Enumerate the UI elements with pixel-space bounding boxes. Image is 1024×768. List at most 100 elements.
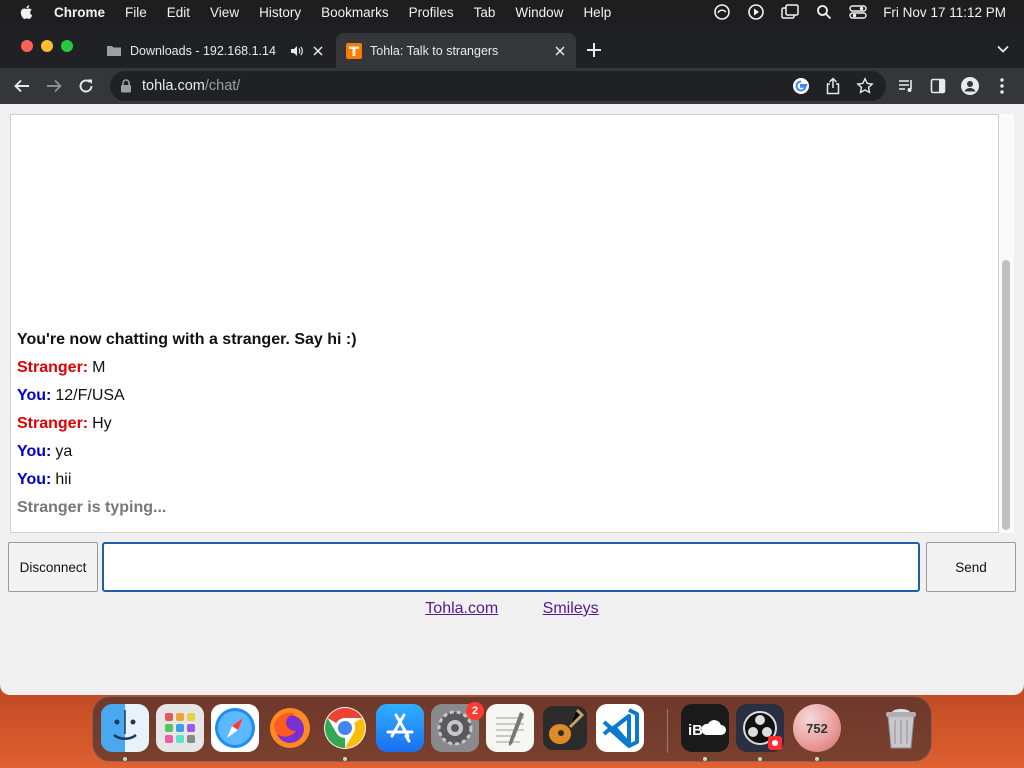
- menu-history[interactable]: History: [259, 5, 301, 20]
- url-path: /chat/: [204, 78, 241, 94]
- typing-indicator: Stranger is typing...: [17, 499, 167, 516]
- chat-message: You: ya: [17, 443, 72, 461]
- profile-avatar-icon[interactable]: [960, 76, 980, 96]
- menu-bar: Chrome File Edit View History Bookmarks …: [0, 0, 1024, 24]
- message-text: 12/F/USA: [55, 387, 125, 404]
- running-indicator: [703, 757, 707, 761]
- footer-links: Tohla.com Smileys: [0, 600, 1024, 618]
- launchpad-icon[interactable]: [156, 704, 204, 752]
- chat-message: Stranger: M: [17, 359, 105, 377]
- counter-app-icon[interactable]: 752: [793, 704, 841, 752]
- media-controls-icon[interactable]: [896, 76, 916, 96]
- firefox-icon[interactable]: [266, 704, 314, 752]
- running-indicator: [758, 757, 762, 761]
- app-store-icon[interactable]: [376, 704, 424, 752]
- chat-message: You: hii: [17, 471, 71, 489]
- browser-toolbar: tohla.com/chat/: [0, 68, 1024, 104]
- message-text: ya: [55, 443, 73, 460]
- disconnect-button[interactable]: Disconnect: [8, 542, 98, 592]
- lock-icon[interactable]: [120, 79, 132, 93]
- browser-window: Downloads - 192.168.1.14 Tohla: Talk to …: [0, 24, 1024, 695]
- counter-app-label: 752: [806, 720, 828, 736]
- iboostup-cloud-icon[interactable]: iB: [681, 704, 729, 752]
- scrollbar-thumb[interactable]: [1002, 260, 1010, 530]
- window-zoom-button[interactable]: [61, 40, 73, 52]
- message-text: Hy: [92, 415, 112, 432]
- menu-view[interactable]: View: [210, 5, 239, 20]
- you-label: You:: [17, 443, 52, 460]
- stranger-label: Stranger:: [17, 415, 89, 432]
- window-close-button[interactable]: [21, 40, 33, 52]
- control-center-icon[interactable]: [847, 3, 869, 21]
- url-host: tohla.com: [142, 78, 205, 94]
- reload-icon[interactable]: [76, 76, 96, 96]
- back-arrow-icon[interactable]: [12, 76, 32, 96]
- forward-arrow-icon[interactable]: [44, 76, 64, 96]
- stranger-label: Stranger:: [17, 359, 89, 376]
- page-content: You're now chatting with a stranger. Say…: [0, 104, 1024, 695]
- share-icon[interactable]: [824, 77, 842, 95]
- chat-log[interactable]: You're now chatting with a stranger. Say…: [10, 114, 999, 533]
- running-indicator: [343, 757, 347, 761]
- running-indicator: [123, 757, 127, 761]
- creative-cloud-status-icon[interactable]: [711, 3, 733, 21]
- menu-tab[interactable]: Tab: [474, 5, 496, 20]
- message-input[interactable]: [102, 542, 920, 592]
- tab-search-chevron-down-icon[interactable]: [996, 42, 1010, 56]
- menu-edit[interactable]: Edit: [167, 5, 190, 20]
- chat-message: You: 12/F/USA: [17, 387, 125, 405]
- chrome-menu-kebab-icon[interactable]: [992, 76, 1012, 96]
- link-smileys[interactable]: Smileys: [543, 600, 599, 617]
- menu-bookmarks[interactable]: Bookmarks: [321, 5, 389, 20]
- side-panel-icon[interactable]: [928, 76, 948, 96]
- chat-message: Stranger: Hy: [17, 415, 112, 433]
- menu-help[interactable]: Help: [583, 5, 611, 20]
- tab-close-icon[interactable]: [552, 43, 568, 59]
- menubar-clock[interactable]: Fri Nov 17 11:12 PM: [883, 5, 1006, 20]
- dock: 2 iB 752: [92, 696, 932, 762]
- new-tab-plus-icon[interactable]: [584, 40, 604, 60]
- url-text[interactable]: tohla.com/chat/: [142, 78, 240, 94]
- tab-title: Downloads - 192.168.1.14: [130, 43, 276, 58]
- you-label: You:: [17, 387, 52, 404]
- menu-profiles[interactable]: Profiles: [409, 5, 454, 20]
- textedit-icon[interactable]: [486, 704, 534, 752]
- chrome-icon[interactable]: [321, 704, 369, 752]
- window-minimize-button[interactable]: [41, 40, 53, 52]
- chat-scrollbar[interactable]: [999, 114, 1014, 533]
- message-text: hii: [55, 471, 72, 488]
- folder-icon: [107, 45, 121, 56]
- tab-strip: Downloads - 192.168.1.14 Tohla: Talk to …: [0, 24, 1024, 68]
- link-tohla[interactable]: Tohla.com: [425, 600, 498, 617]
- bookmark-star-icon[interactable]: [856, 77, 874, 95]
- message-text: M: [92, 359, 106, 376]
- trash-icon[interactable]: [877, 704, 925, 752]
- tohla-favicon-icon: [346, 42, 362, 59]
- notification-badge: 2: [466, 702, 484, 720]
- you-label: You:: [17, 471, 52, 488]
- svg-text:iB: iB: [688, 722, 703, 739]
- chat-status-message: You're now chatting with a stranger. Say…: [17, 331, 357, 348]
- apple-icon[interactable]: [18, 3, 36, 21]
- dock-separator: [667, 709, 668, 753]
- safari-icon[interactable]: [211, 704, 259, 752]
- speaker-icon[interactable]: [290, 44, 304, 58]
- obs-icon[interactable]: [736, 704, 784, 752]
- vscode-icon[interactable]: [596, 704, 644, 752]
- screen-mirroring-icon[interactable]: [779, 3, 801, 21]
- tab-downloads[interactable]: Downloads - 192.168.1.14: [96, 33, 334, 68]
- google-lens-icon[interactable]: [792, 77, 810, 95]
- tab-title: Tohla: Talk to strangers: [370, 43, 499, 58]
- send-button[interactable]: Send: [926, 542, 1016, 592]
- menu-window[interactable]: Window: [515, 5, 563, 20]
- tab-close-icon[interactable]: [310, 43, 326, 59]
- finder-icon[interactable]: [101, 704, 149, 752]
- address-bar[interactable]: tohla.com/chat/: [110, 71, 886, 101]
- tab-tohla[interactable]: Tohla: Talk to strangers: [336, 33, 576, 68]
- menu-file[interactable]: File: [125, 5, 147, 20]
- play-status-icon[interactable]: [745, 3, 767, 21]
- running-indicator: [815, 757, 819, 761]
- menu-app-name[interactable]: Chrome: [54, 5, 105, 20]
- garageband-guitar-icon[interactable]: [541, 704, 589, 752]
- spotlight-search-icon[interactable]: [813, 3, 835, 21]
